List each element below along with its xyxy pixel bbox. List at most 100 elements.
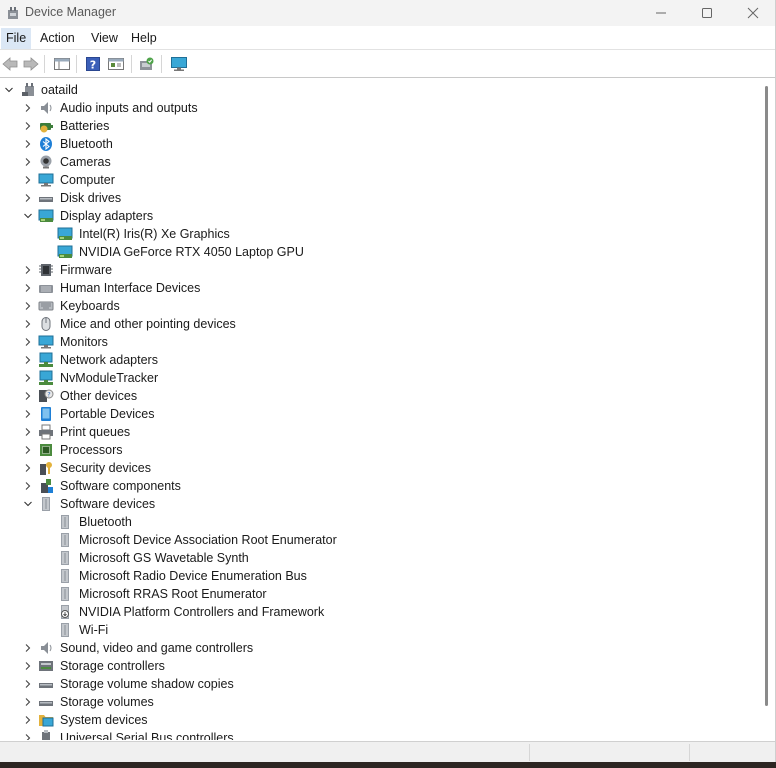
help-button[interactable]: ? xyxy=(83,54,103,74)
tree-item-label: Batteries xyxy=(60,119,110,133)
tree-device[interactable]: Intel(R) Iris(R) Xe Graphics xyxy=(0,225,740,243)
tree-item-label: Network adapters xyxy=(60,353,158,367)
chevron-right-icon[interactable] xyxy=(21,351,35,369)
tree-category[interactable]: Firmware xyxy=(0,261,740,279)
display-adapter-icon xyxy=(57,226,73,242)
unknown-device-icon: ? xyxy=(38,388,54,404)
scan-hardware-button[interactable] xyxy=(137,54,157,74)
chevron-right-icon[interactable] xyxy=(21,333,35,351)
forward-button[interactable] xyxy=(21,54,41,74)
tree-device[interactable]: Bluetooth xyxy=(0,513,740,531)
properties-button[interactable] xyxy=(106,54,126,74)
chevron-right-icon[interactable] xyxy=(21,423,35,441)
tree-category[interactable]: Monitors xyxy=(0,333,740,351)
device-tree[interactable]: oataild Audio inputs and outputs Batterie… xyxy=(0,80,760,740)
chevron-right-icon[interactable] xyxy=(21,639,35,657)
minimize-button[interactable] xyxy=(638,0,684,26)
chevron-right-icon[interactable] xyxy=(21,441,35,459)
chevron-down-icon[interactable] xyxy=(2,81,16,99)
tree-category[interactable]: Batteries xyxy=(0,117,740,135)
tree-category[interactable]: Disk drives xyxy=(0,189,740,207)
chevron-right-icon[interactable] xyxy=(21,171,35,189)
tree-category[interactable]: Universal Serial Bus controllers xyxy=(0,729,740,740)
chevron-right-icon[interactable] xyxy=(21,675,35,693)
tree-item-label: Print queues xyxy=(60,425,131,439)
tree-category[interactable]: Storage volumes xyxy=(0,693,740,711)
tree-category[interactable]: Keyboards xyxy=(0,297,740,315)
chevron-right-icon[interactable] xyxy=(21,135,35,153)
chevron-right-icon[interactable] xyxy=(21,459,35,477)
chevron-right-icon[interactable] xyxy=(21,279,35,297)
tree-category[interactable]: Security devices xyxy=(0,459,740,477)
tree-device[interactable]: NVIDIA GeForce RTX 4050 Laptop GPU xyxy=(0,243,740,261)
chevron-right-icon[interactable] xyxy=(21,117,35,135)
tree-item-label: Software components xyxy=(60,479,181,493)
menu-help[interactable]: Help xyxy=(126,28,162,49)
show-hide-tree-icon xyxy=(54,58,70,70)
menu-file[interactable]: File xyxy=(1,28,32,49)
tree-item-label: Storage volume shadow copies xyxy=(60,677,234,691)
network-icon xyxy=(38,352,54,368)
chevron-right-icon[interactable] xyxy=(21,153,35,171)
tree-root[interactable]: oataild xyxy=(0,81,300,99)
tree-category[interactable]: Bluetooth xyxy=(0,135,740,153)
tree-category[interactable]: ? Other devices xyxy=(0,387,740,405)
scrollbar-thumb[interactable] xyxy=(765,86,768,706)
chevron-right-icon[interactable] xyxy=(21,189,35,207)
chevron-right-icon[interactable] xyxy=(21,261,35,279)
computer-icon xyxy=(38,172,54,188)
chevron-right-icon[interactable] xyxy=(21,477,35,495)
tree-category[interactable]: Mice and other pointing devices xyxy=(0,315,740,333)
tree-item-label: Intel(R) Iris(R) Xe Graphics xyxy=(79,227,230,241)
maximize-button[interactable] xyxy=(684,0,730,26)
title-bar[interactable]: Device Manager xyxy=(0,0,775,26)
close-button[interactable] xyxy=(730,0,775,26)
monitor-icon xyxy=(171,57,187,71)
tree-category[interactable]: Cameras xyxy=(0,153,740,171)
display-adapter-icon xyxy=(38,208,54,224)
tree-device[interactable]: Wi-Fi xyxy=(0,621,740,639)
chevron-right-icon[interactable] xyxy=(21,711,35,729)
tree-category[interactable]: Software devices xyxy=(0,495,740,513)
tree-category[interactable]: Audio inputs and outputs xyxy=(0,99,740,117)
chevron-right-icon[interactable] xyxy=(21,369,35,387)
tree-category[interactable]: Portable Devices xyxy=(0,405,740,423)
vertical-scrollbar[interactable] xyxy=(760,80,775,740)
chevron-right-icon[interactable] xyxy=(21,297,35,315)
usb-icon xyxy=(38,730,54,740)
tree-device[interactable]: Microsoft GS Wavetable Synth xyxy=(0,549,740,567)
tree-category[interactable]: NvModuleTracker xyxy=(0,369,740,387)
chevron-down-icon[interactable] xyxy=(21,207,35,225)
tree-category[interactable]: Computer xyxy=(0,171,740,189)
chevron-right-icon[interactable] xyxy=(21,99,35,117)
back-button[interactable] xyxy=(0,54,20,74)
show-hide-tree-button[interactable] xyxy=(52,54,72,74)
tree-category[interactable]: Display adapters xyxy=(0,207,740,225)
chevron-right-icon[interactable] xyxy=(21,729,35,740)
tree-device[interactable]: Microsoft Device Association Root Enumer… xyxy=(0,531,740,549)
chevron-right-icon[interactable] xyxy=(21,315,35,333)
tree-device[interactable]: Microsoft Radio Device Enumeration Bus xyxy=(0,567,740,585)
tree-category[interactable]: System devices xyxy=(0,711,740,729)
toolbar-separator xyxy=(44,55,45,73)
tree-category[interactable]: Human Interface Devices xyxy=(0,279,740,297)
chevron-right-icon[interactable] xyxy=(21,405,35,423)
monitor-button[interactable] xyxy=(169,54,189,74)
tree-category[interactable]: Sound, video and game controllers xyxy=(0,639,740,657)
svg-text:?: ? xyxy=(90,59,96,72)
status-panel xyxy=(689,744,775,761)
tree-category[interactable]: Print queues xyxy=(0,423,740,441)
menu-action[interactable]: Action xyxy=(35,28,80,49)
tree-category[interactable]: Storage volume shadow copies xyxy=(0,675,740,693)
chevron-right-icon[interactable] xyxy=(21,693,35,711)
tree-device[interactable]: NVIDIA Platform Controllers and Framewor… xyxy=(0,603,740,621)
chevron-down-icon[interactable] xyxy=(21,495,35,513)
chevron-right-icon[interactable] xyxy=(21,657,35,675)
tree-category[interactable]: Storage controllers xyxy=(0,657,740,675)
menu-view[interactable]: View xyxy=(86,28,123,49)
tree-category[interactable]: Software components xyxy=(0,477,740,495)
tree-category[interactable]: Network adapters xyxy=(0,351,740,369)
chevron-right-icon[interactable] xyxy=(21,387,35,405)
tree-device[interactable]: Microsoft RRAS Root Enumerator xyxy=(0,585,740,603)
tree-category[interactable]: Processors xyxy=(0,441,740,459)
